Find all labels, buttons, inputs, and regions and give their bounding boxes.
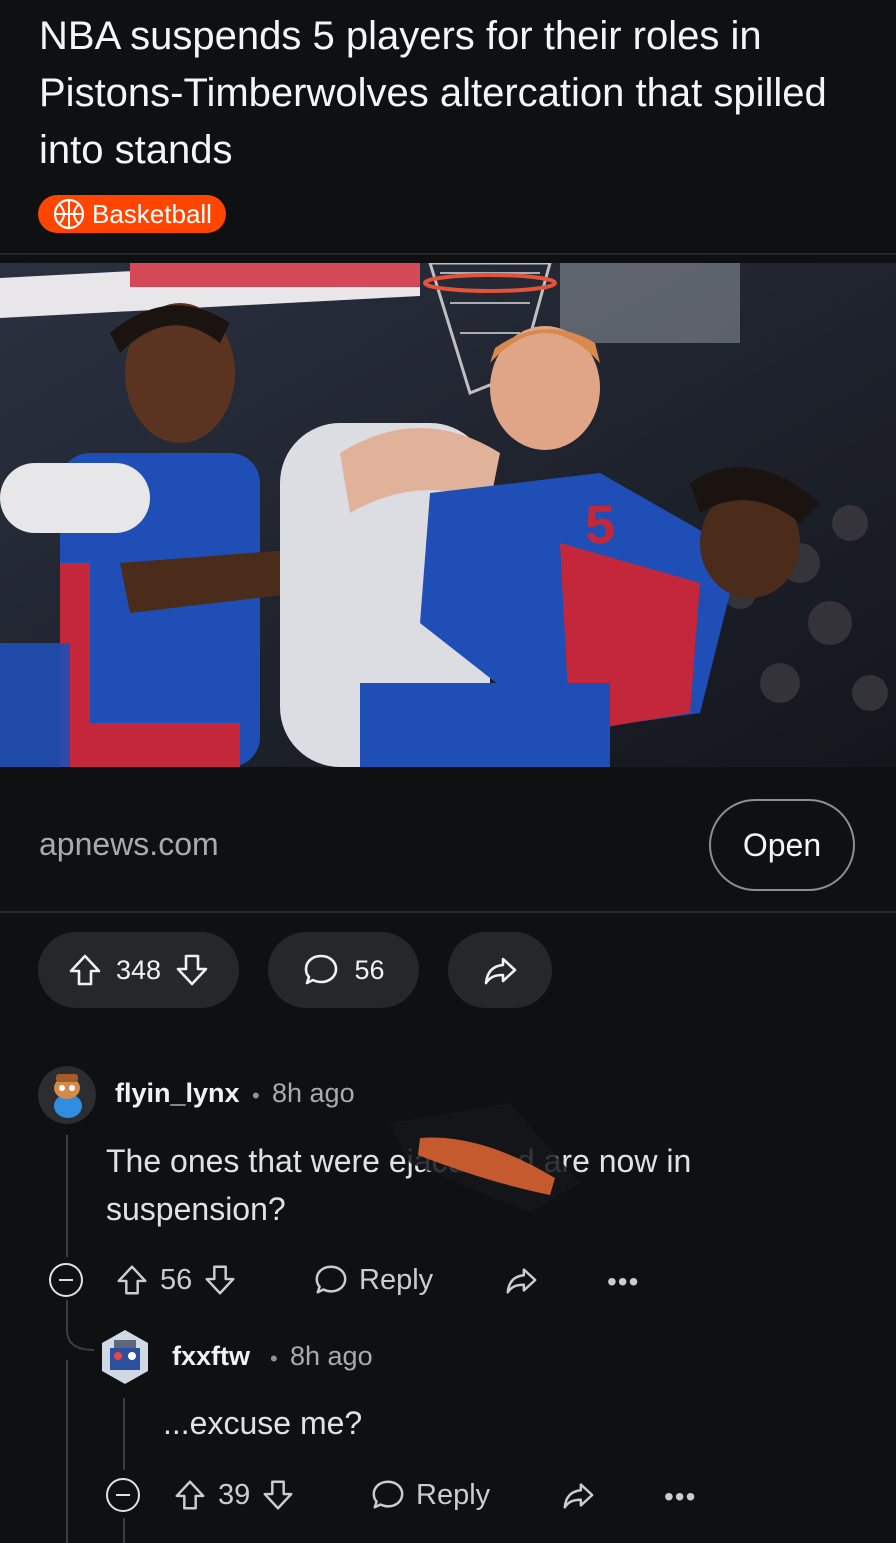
flair-label: Basketball	[92, 198, 212, 229]
open-link-button[interactable]: Open	[709, 799, 855, 891]
thread-line[interactable]	[123, 1398, 125, 1470]
post-image[interactable]: 5	[0, 263, 896, 767]
avatar[interactable]	[38, 1066, 96, 1124]
thread-line[interactable]	[123, 1518, 125, 1543]
share-arrow-icon	[484, 957, 517, 985]
post-vote-pill: 348	[38, 932, 239, 1008]
thread-line[interactable]	[66, 1135, 68, 1257]
snoo-avatar-icon	[38, 1066, 96, 1124]
share-arrow-icon	[506, 1268, 537, 1294]
reply-label: Reply	[359, 1263, 434, 1296]
comments-count: 56	[354, 954, 385, 985]
link-domain[interactable]: apnews.com	[39, 826, 219, 863]
post-flair[interactable]: Basketball	[38, 195, 226, 233]
downvote-icon[interactable]	[260, 1477, 296, 1513]
comment-vote: 39	[172, 1477, 296, 1513]
more-options-button[interactable]: •••	[607, 1266, 639, 1298]
reply-label: Reply	[416, 1478, 491, 1511]
comment-body: ...excuse me?	[163, 1405, 363, 1441]
collapse-thread-button[interactable]	[49, 1263, 83, 1297]
separator-dot: •	[252, 1083, 260, 1108]
separator-dot: •	[270, 1346, 278, 1371]
photo-illustration: 5	[0, 263, 896, 767]
comment-bubble-icon	[305, 954, 338, 985]
comment-score: 39	[218, 1478, 251, 1511]
comment-vote: 56	[114, 1262, 238, 1298]
share-arrow-icon	[563, 1483, 594, 1509]
more-options-button[interactable]: •••	[664, 1481, 696, 1513]
share-button[interactable]	[503, 1262, 539, 1298]
basketball-icon	[53, 198, 85, 230]
comment-score: 56	[160, 1263, 193, 1296]
comment-time: 8h ago	[272, 1078, 355, 1108]
upvote-icon[interactable]	[114, 1262, 150, 1298]
comment-username[interactable]: flyin_lynx	[115, 1078, 240, 1109]
svg-text:5: 5	[585, 495, 615, 555]
divider	[0, 253, 896, 255]
divider	[0, 911, 896, 913]
reply-connector	[66, 1300, 95, 1351]
post-title: NBA suspends 5 players for their roles i…	[39, 14, 827, 172]
downvote-icon[interactable]	[173, 951, 211, 989]
share-button[interactable]	[560, 1477, 596, 1513]
hex-avatar-icon	[102, 1330, 148, 1384]
reply-button[interactable]: Reply	[370, 1477, 490, 1513]
comment-bubble-icon	[315, 1265, 347, 1294]
reply-button[interactable]: Reply	[313, 1262, 433, 1298]
post-score: 348	[115, 954, 162, 985]
thread-line[interactable]	[66, 1360, 68, 1543]
share-button[interactable]	[448, 932, 552, 1008]
downvote-icon[interactable]	[202, 1262, 238, 1298]
comment-time: 8h ago	[290, 1341, 373, 1371]
comment-bubble-icon	[372, 1480, 404, 1509]
comment-username[interactable]: fxxftw	[172, 1341, 250, 1372]
upvote-icon[interactable]	[172, 1477, 208, 1513]
upvote-icon[interactable]	[66, 951, 104, 989]
collapse-thread-button[interactable]	[106, 1478, 140, 1512]
comments-button[interactable]: 56	[268, 932, 419, 1008]
avatar[interactable]	[100, 1328, 158, 1386]
scribble-overlay	[390, 1103, 580, 1213]
